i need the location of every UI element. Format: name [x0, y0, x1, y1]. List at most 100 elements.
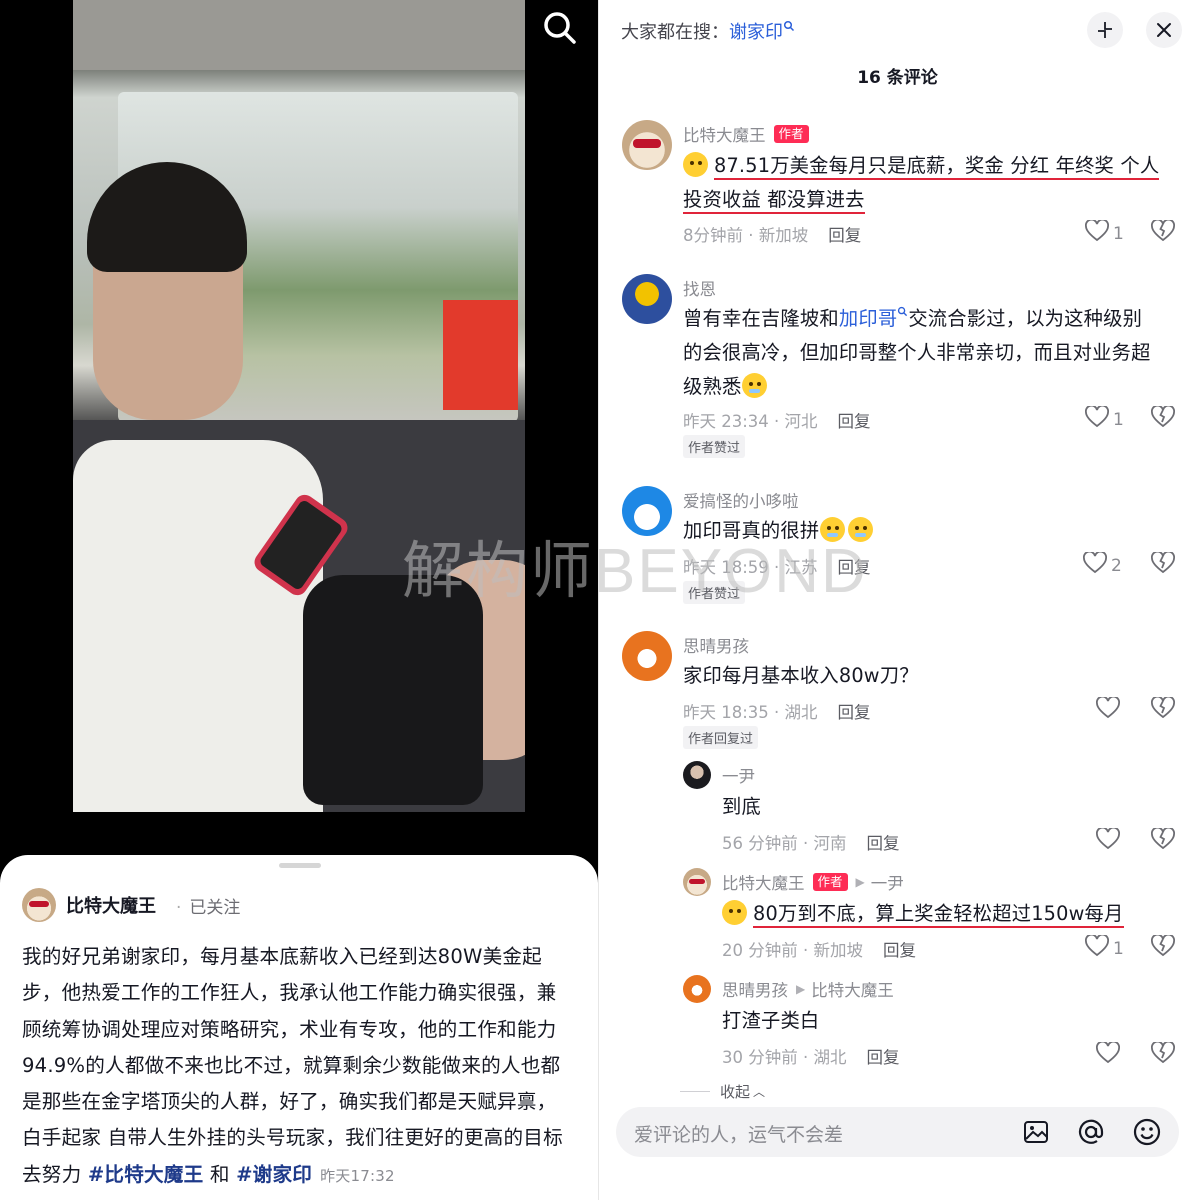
- comment-author[interactable]: 比特大魔王 作者: [683, 122, 809, 146]
- image-icon[interactable]: [1021, 1117, 1051, 1147]
- heart-icon: [1083, 550, 1107, 579]
- hashtag-link[interactable]: #比特大魔王: [88, 1163, 204, 1186]
- smile-emoji: [722, 900, 747, 925]
- comment-author-name[interactable]: 思晴男孩: [683, 633, 749, 657]
- reply-button[interactable]: 回复: [838, 703, 871, 722]
- avatar[interactable]: [622, 120, 672, 170]
- reply-text: 打渣子类白: [722, 1009, 820, 1032]
- like-button[interactable]: 1: [1085, 218, 1124, 247]
- search-icon[interactable]: [540, 8, 580, 48]
- search-keyword[interactable]: 谢家印: [729, 22, 783, 43]
- black-bag: [303, 575, 483, 805]
- dislike-icon[interactable]: [1151, 218, 1175, 246]
- reply-button[interactable]: 回复: [866, 1048, 899, 1067]
- follow-status[interactable]: 已关注: [176, 893, 240, 918]
- hashtag-joiner: 和: [203, 1162, 237, 1186]
- avatar[interactable]: [683, 975, 711, 1003]
- comment-time: 昨天 18:35 · 湖北: [683, 703, 818, 722]
- liked-by-author-badge: 作者赞过: [683, 435, 746, 458]
- reply-button[interactable]: 回复: [883, 941, 916, 960]
- like-button[interactable]: [1096, 826, 1120, 855]
- teary-emoji: [820, 517, 846, 542]
- dislike-icon[interactable]: [1151, 404, 1175, 432]
- post-author-name[interactable]: 比特大魔王: [66, 892, 156, 918]
- collapse-label: 收起: [720, 1083, 751, 1101]
- search-suggestion[interactable]: 大家都在搜：谢家印: [621, 18, 795, 44]
- teary-emoji: [848, 517, 874, 542]
- video-panel: 比特大魔王 已关注 我的好兄弟谢家印，每月基本底薪收入已经到达80W美金起步，他…: [0, 0, 598, 1200]
- collapse-icon[interactable]: [1087, 12, 1123, 48]
- comment-time: 8分钟前 · 新加坡: [683, 226, 809, 245]
- reply-meta: 20 分钟前 · 新加坡 回复: [722, 937, 916, 961]
- comment-text-part: 级熟悉: [683, 375, 742, 398]
- reply-to-name[interactable]: 比特大魔王: [811, 977, 894, 1001]
- heart-icon: [1096, 826, 1120, 855]
- avatar[interactable]: [622, 631, 672, 681]
- reply-author-name[interactable]: 比特大魔王: [722, 870, 805, 894]
- comment-text: 家印每月基本收入80w刀？: [683, 664, 919, 687]
- comment-text: 87.51万美金每月只是底薪，奖金 分红 年终奖 个人 投资收益 都没算进去: [683, 149, 1183, 217]
- comment-input[interactable]: 爱评论的人，运气不会差: [616, 1107, 1179, 1157]
- reply-author-name[interactable]: 一尹: [722, 763, 755, 787]
- close-icon[interactable]: [1146, 12, 1182, 48]
- at-icon[interactable]: [1076, 1117, 1106, 1147]
- dislike-icon[interactable]: [1151, 933, 1175, 961]
- comment-text-part: 曾有幸在吉隆坡和: [683, 307, 839, 330]
- comment-text: 加印哥真的很拼: [683, 514, 1183, 548]
- comment-time: 昨天 18:59 · 江苏: [683, 558, 818, 577]
- avatar[interactable]: [683, 868, 711, 896]
- reply-author-name[interactable]: 思晴男孩: [722, 977, 788, 1001]
- post-body: 我的好兄弟谢家印，每月基本底薪收入已经到达80W美金起步，他热爱工作的工作狂人，…: [22, 939, 570, 1194]
- like-button[interactable]: 2: [1083, 550, 1122, 579]
- comment-author-name[interactable]: 找恩: [683, 276, 716, 300]
- comment-link[interactable]: 加印哥: [839, 307, 897, 330]
- reply-button[interactable]: 回复: [866, 834, 899, 853]
- video-frame[interactable]: [73, 0, 525, 812]
- comment-text-part: 交流合影过，以为这种级别: [908, 307, 1143, 330]
- like-button[interactable]: 1: [1085, 933, 1124, 962]
- post-time: 昨天17:32: [320, 1166, 395, 1185]
- search-small-icon: [783, 20, 795, 43]
- dislike-icon[interactable]: [1151, 695, 1175, 723]
- avatar[interactable]: [622, 486, 672, 536]
- comment-meta: 昨天 18:59 · 江苏 回复: [683, 554, 871, 578]
- reply-time: 20 分钟前 · 新加坡: [722, 941, 863, 960]
- reply-time: 56 分钟前 · 河南: [722, 834, 847, 853]
- dislike-icon[interactable]: [1151, 550, 1175, 578]
- reply-author[interactable]: 思晴男孩 ▶ 比特大魔王: [722, 977, 894, 1001]
- avatar[interactable]: [22, 888, 56, 922]
- liked-by-author-badge: 作者赞过: [683, 581, 746, 604]
- reply-text: 到底: [722, 795, 761, 818]
- smile-emoji: [683, 152, 708, 177]
- reply-to-arrow-icon: ▶: [855, 875, 865, 889]
- dislike-icon[interactable]: [1151, 826, 1175, 854]
- reply-button[interactable]: 回复: [828, 226, 861, 245]
- like-count: 1: [1113, 409, 1124, 430]
- comment-line: 投资收益 都没算进去: [683, 188, 865, 214]
- avatar[interactable]: [622, 274, 672, 324]
- like-button[interactable]: [1096, 695, 1120, 724]
- dislike-icon[interactable]: [1151, 1040, 1175, 1068]
- hashtag-link[interactable]: #谢家印: [236, 1163, 312, 1186]
- comment-author-name[interactable]: 爱搞怪的小哆啦: [683, 488, 799, 512]
- comment-author-name[interactable]: 比特大魔王: [683, 122, 766, 146]
- reply-button[interactable]: 回复: [838, 412, 871, 431]
- comment-text-part: 的会很高冷，但加印哥整个人非常亲切，而且对业务超: [683, 341, 1151, 364]
- like-button[interactable]: 1: [1085, 404, 1124, 433]
- avatar[interactable]: [683, 761, 711, 789]
- post-author-row: 比特大魔王 已关注: [22, 887, 240, 923]
- collapse-replies-button[interactable]: 收起 ︿: [680, 1081, 765, 1102]
- like-count: 1: [1113, 223, 1124, 244]
- search-small-icon: [897, 306, 908, 330]
- drag-handle[interactable]: [279, 863, 321, 868]
- emoji-icon[interactable]: [1132, 1117, 1162, 1147]
- reply-button[interactable]: 回复: [838, 558, 871, 577]
- reply-to-name[interactable]: 一尹: [871, 870, 904, 894]
- reply-to-arrow-icon: ▶: [796, 982, 806, 996]
- comment-meta: 昨天 23:34 · 河北 回复: [683, 408, 871, 432]
- like-button[interactable]: [1096, 1040, 1120, 1069]
- comments-panel: 大家都在搜：谢家印 16 条评论 比特大魔王 作者 87.51万美金每月只是底薪，…: [598, 0, 1195, 1200]
- reply-text-line: 80万到不底，算上奖金轻松超过150w每月: [753, 902, 1124, 928]
- heart-icon: [1085, 933, 1109, 962]
- reply-author[interactable]: 比特大魔王 作者 ▶ 一尹: [722, 870, 904, 894]
